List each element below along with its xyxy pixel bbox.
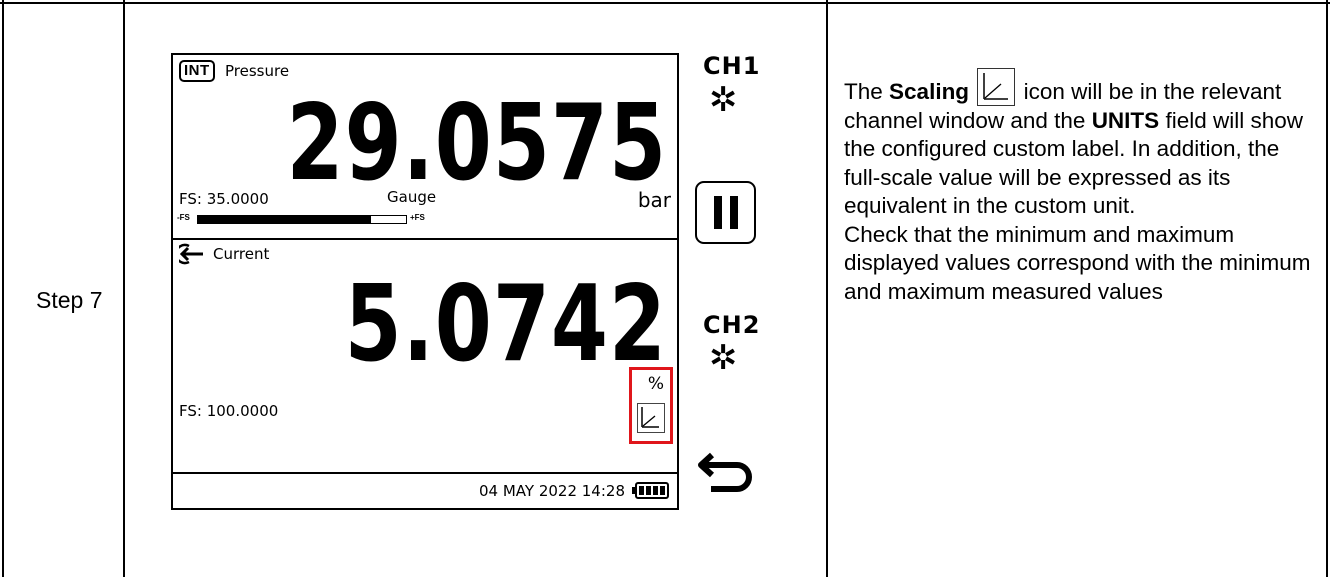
int-badge: INT bbox=[179, 60, 215, 82]
channel2-unit: % bbox=[647, 374, 664, 394]
channel2-reading: 5.0742 bbox=[344, 264, 667, 386]
status-bar: 04 MAY 2022 14:28 bbox=[173, 474, 677, 508]
table-border-col1 bbox=[123, 0, 125, 577]
desc-scaling-bold: Scaling bbox=[889, 79, 970, 104]
step-label: Step 7 bbox=[36, 287, 103, 313]
desc-units-bold: UNITS bbox=[1091, 107, 1160, 133]
bar-track bbox=[197, 215, 407, 224]
scaling-icon bbox=[637, 403, 665, 433]
desc-check-text: Check that the minimum and maximum displ… bbox=[844, 221, 1311, 304]
channel1-mode: Gauge bbox=[387, 188, 437, 206]
channel1-settings-gear-icon[interactable]: ✲ bbox=[709, 83, 738, 117]
table-border-left bbox=[2, 0, 4, 577]
channel2-fs: FS: 100.0000 bbox=[179, 402, 279, 420]
bar-min-label: -FS bbox=[177, 213, 190, 222]
channel2-window[interactable]: Current 5.0742 FS: 100.0000 % bbox=[173, 240, 677, 472]
channel2-title: Current bbox=[213, 245, 270, 263]
device-screen: INT Pressure 29.0575 FS: 35.0000 Gauge b… bbox=[171, 53, 679, 510]
bar-max-label: +FS bbox=[410, 213, 425, 222]
ch1-label: CH1 bbox=[703, 52, 761, 80]
bar-fill bbox=[198, 216, 371, 223]
channel1-title: Pressure bbox=[225, 62, 290, 80]
desc-text: The bbox=[844, 79, 890, 104]
back-arrow-icon[interactable] bbox=[693, 450, 761, 498]
channel1-reading: 29.0575 bbox=[286, 83, 667, 205]
ch2-label: CH2 bbox=[703, 311, 761, 339]
scaling-icon bbox=[977, 68, 1016, 106]
channel1-unit: bar bbox=[637, 188, 671, 212]
full-scale-bar: -FS +FS bbox=[177, 212, 437, 226]
table-border-right bbox=[1326, 0, 1328, 577]
table-border-top bbox=[0, 2, 1330, 4]
pause-icon bbox=[713, 196, 722, 229]
channel2-settings-gear-icon[interactable]: ✲ bbox=[709, 341, 738, 375]
input-arrow-icon bbox=[174, 243, 205, 265]
status-datetime: 04 MAY 2022 14:28 bbox=[479, 482, 625, 500]
pause-button[interactable] bbox=[695, 181, 756, 244]
battery-icon bbox=[635, 482, 669, 499]
channel1-window[interactable]: INT Pressure 29.0575 FS: 35.0000 Gauge b… bbox=[173, 55, 677, 238]
units-field-highlight: % bbox=[629, 367, 673, 444]
step-description: The Scaling icon will be in the relevant… bbox=[844, 68, 1320, 306]
table-border-col2 bbox=[826, 0, 828, 577]
channel1-fs: FS: 35.0000 bbox=[179, 190, 269, 208]
